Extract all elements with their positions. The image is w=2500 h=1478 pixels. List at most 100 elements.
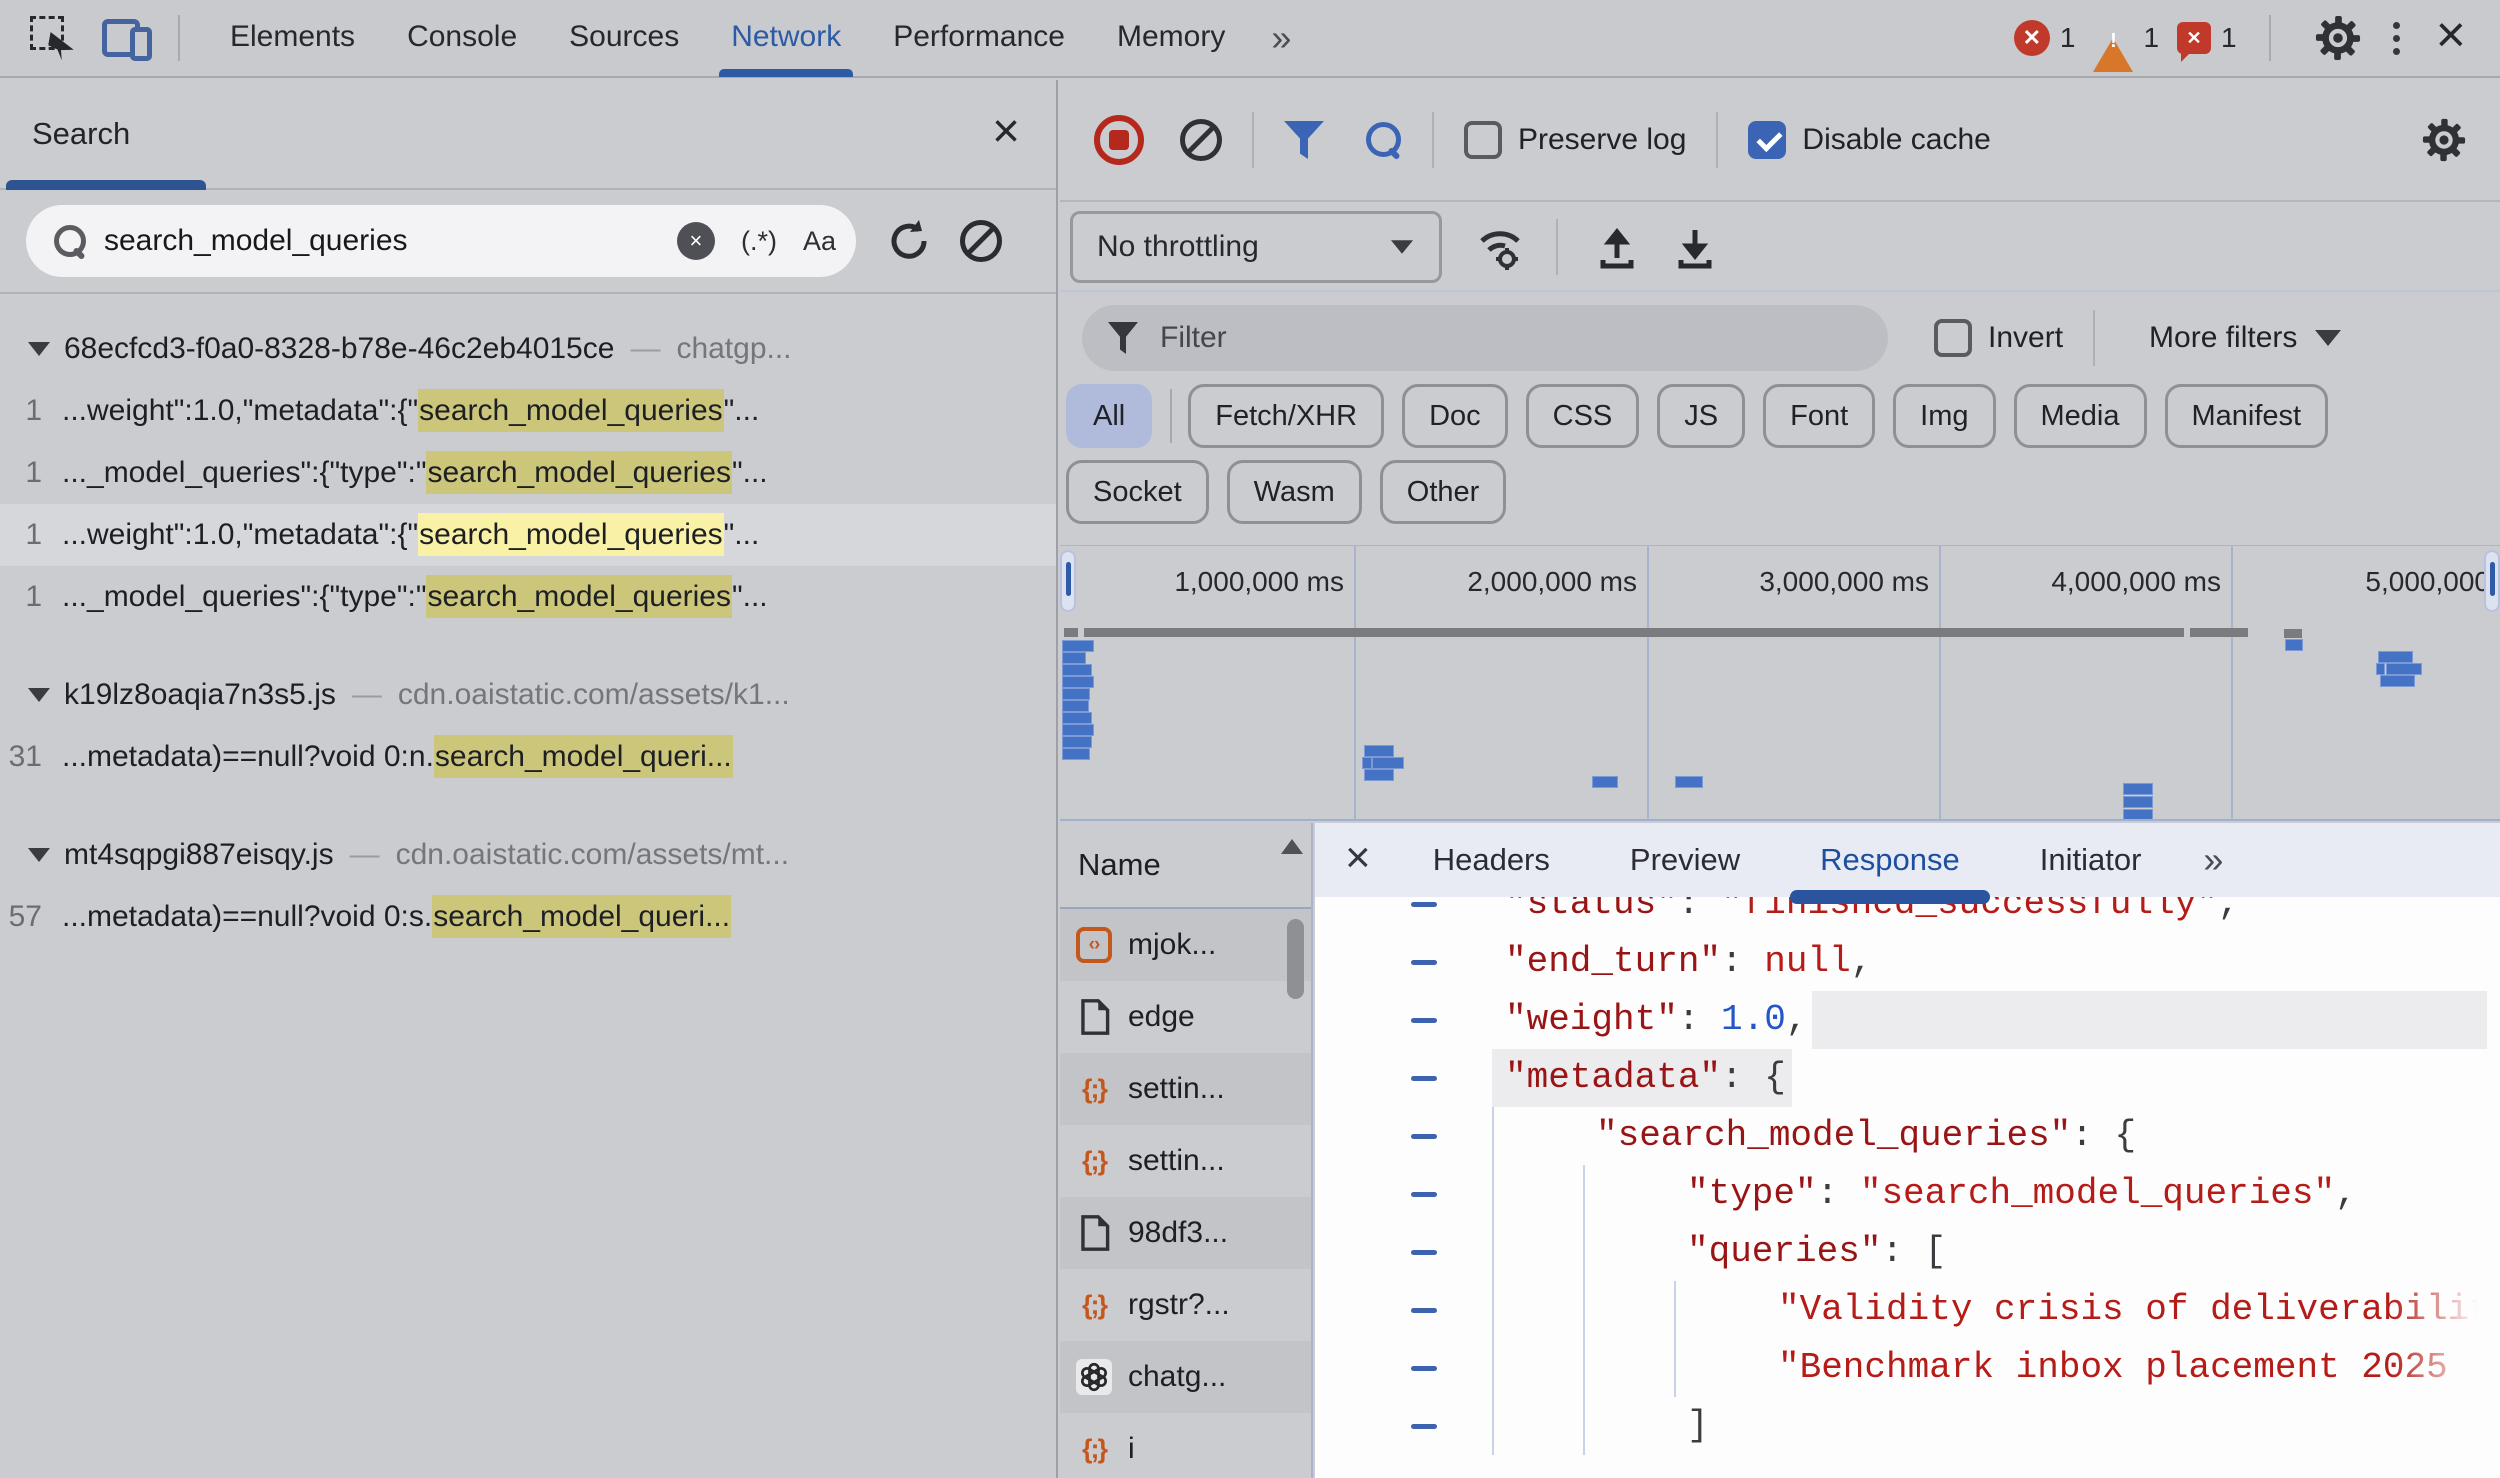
request-row[interactable]: {;}settin... <box>1060 1053 1311 1125</box>
waterfall-request-bar[interactable] <box>1063 701 1088 711</box>
waterfall-request-bar[interactable] <box>2124 810 2152 820</box>
overview-scrubber-bar[interactable] <box>2190 628 2248 637</box>
waterfall-request-bar[interactable] <box>1365 770 1393 780</box>
regex-toggle[interactable]: (.*) <box>741 226 777 257</box>
detail-tab-headers[interactable]: Headers <box>1393 823 1590 897</box>
overview-scrubber-bar[interactable] <box>1064 628 1078 637</box>
invert-filter-checkbox[interactable] <box>1934 319 1972 357</box>
network-overview-timeline[interactable]: 1,000,000 ms2,000,000 ms3,000,000 ms4,00… <box>1060 545 2500 821</box>
import-har-icon[interactable] <box>1596 224 1638 270</box>
search-match-row[interactable]: 1..._model_queries":{"type":"search_mode… <box>0 442 1056 504</box>
waterfall-request-bar[interactable] <box>1063 725 1093 735</box>
filter-chip-wasm[interactable]: Wasm <box>1227 460 1362 524</box>
timeline-scrollbar-left[interactable] <box>1060 550 1076 612</box>
warning-badge-icon[interactable]: ! <box>2093 21 2133 55</box>
more-detail-tabs-icon[interactable]: » <box>2181 839 2239 881</box>
search-query-text[interactable]: search_model_queries <box>104 224 677 258</box>
close-detail-icon[interactable]: × <box>1345 833 1371 883</box>
clear-results-icon[interactable] <box>960 220 1002 262</box>
timeline-scrollbar-right[interactable] <box>2484 550 2500 612</box>
waterfall-request-bar[interactable] <box>1063 689 1089 699</box>
waterfall-request-bar[interactable] <box>1063 737 1091 747</box>
filter-chip-socket[interactable]: Socket <box>1066 460 1209 524</box>
waterfall-request-bar[interactable] <box>1593 777 1617 787</box>
disable-cache-label[interactable]: Disable cache <box>1802 123 1990 157</box>
scrollbar-thumb[interactable] <box>1287 919 1304 999</box>
waterfall-request-bar[interactable] <box>1363 758 1371 768</box>
detail-tab-response[interactable]: Response <box>1780 823 2000 897</box>
more-panels-icon[interactable]: » <box>1251 17 1305 59</box>
device-toolbar-icon[interactable] <box>102 15 154 61</box>
request-row[interactable]: {;}i <box>1060 1413 1311 1478</box>
invert-label[interactable]: Invert <box>1988 321 2063 355</box>
refresh-search-icon[interactable] <box>886 218 932 264</box>
waterfall-request-bar[interactable] <box>2381 676 2414 686</box>
network-settings-gear-icon[interactable] <box>2422 118 2466 162</box>
match-case-toggle[interactable]: Aa <box>803 226 836 257</box>
close-search-pane-button[interactable]: × <box>992 104 1020 159</box>
tab-memory[interactable]: Memory <box>1091 0 1251 77</box>
throttling-dropdown[interactable]: No throttling <box>1070 211 1442 283</box>
issue-badge-icon[interactable]: ✕ <box>2177 22 2211 54</box>
waterfall-request-bar[interactable] <box>1365 746 1393 756</box>
clear-network-log-icon[interactable] <box>1180 119 1222 161</box>
search-match-row[interactable]: 1..._model_queries":{"type":"search_mode… <box>0 566 1056 628</box>
waterfall-request-bar[interactable] <box>2286 640 2302 650</box>
filter-chip-all[interactable]: All <box>1066 384 1152 448</box>
fold-marker-icon[interactable] <box>1411 1424 1437 1429</box>
waterfall-request-bar[interactable] <box>2124 784 2152 794</box>
tab-performance[interactable]: Performance <box>867 0 1091 77</box>
scroll-up-icon[interactable] <box>1281 839 1303 854</box>
overview-scrubber-bar[interactable] <box>1084 628 2184 637</box>
more-filters-button[interactable]: More filters <box>2149 321 2297 355</box>
waterfall-request-bar[interactable] <box>1063 665 1091 675</box>
disable-cache-checkbox[interactable] <box>1748 121 1786 159</box>
fold-marker-icon[interactable] <box>1411 1192 1437 1197</box>
search-input[interactable]: search_model_queries × (.*) Aa <box>26 205 856 277</box>
network-search-icon[interactable] <box>1366 122 1402 158</box>
filter-chip-fetch-xhr[interactable]: Fetch/XHR <box>1188 384 1384 448</box>
filter-chip-manifest[interactable]: Manifest <box>2165 384 2329 448</box>
fold-marker-icon[interactable] <box>1411 902 1437 907</box>
request-row[interactable]: edge <box>1060 981 1311 1053</box>
filter-chip-other[interactable]: Other <box>1380 460 1507 524</box>
filter-chip-css[interactable]: CSS <box>1526 384 1640 448</box>
request-row[interactable]: {;}settin... <box>1060 1125 1311 1197</box>
request-row[interactable]: chatg... <box>1060 1341 1311 1413</box>
waterfall-request-bar[interactable] <box>1373 758 1403 768</box>
settings-gear-icon[interactable] <box>2315 15 2361 61</box>
waterfall-request-bar[interactable] <box>1063 749 1089 759</box>
filter-chip-js[interactable]: JS <box>1657 384 1745 448</box>
filter-chip-media[interactable]: Media <box>2014 384 2147 448</box>
preserve-log-label[interactable]: Preserve log <box>1518 123 1686 157</box>
waterfall-request-bar[interactable] <box>2387 664 2421 674</box>
detail-tab-initiator[interactable]: Initiator <box>2000 823 2182 897</box>
waterfall-request-bar[interactable] <box>1063 653 1085 663</box>
overview-scrubber-bar[interactable] <box>2284 629 2302 638</box>
fold-marker-icon[interactable] <box>1411 1366 1437 1371</box>
tab-elements[interactable]: Elements <box>204 0 381 77</box>
filter-chip-font[interactable]: Font <box>1763 384 1875 448</box>
network-conditions-icon[interactable] <box>1474 223 1526 271</box>
error-badge-icon[interactable]: ✕ <box>2014 20 2050 56</box>
search-tab-label[interactable]: Search <box>32 116 130 152</box>
search-result-group-header[interactable]: 68ecfcd3-f0a0-8328-b78e-46c2eb4015ce—cha… <box>0 318 1056 380</box>
waterfall-request-bar[interactable] <box>2379 652 2412 662</box>
filter-chip-img[interactable]: Img <box>1893 384 1995 448</box>
clear-search-icon[interactable]: × <box>677 222 715 260</box>
preserve-log-checkbox[interactable] <box>1464 121 1502 159</box>
search-match-row[interactable]: 57...metadata)==null?void 0:s.search_mod… <box>0 886 1056 948</box>
filter-toggle-icon[interactable] <box>1284 121 1324 159</box>
export-har-icon[interactable] <box>1674 224 1716 270</box>
search-result-group-header[interactable]: mt4sqpgi887eisqy.js—cdn.oaistatic.com/as… <box>0 824 1056 886</box>
request-row[interactable]: {;}rgstr?... <box>1060 1269 1311 1341</box>
request-row[interactable]: ‹›mjok... <box>1060 909 1311 981</box>
kebab-menu-icon[interactable] <box>2367 22 2426 55</box>
tab-sources[interactable]: Sources <box>543 0 705 77</box>
search-match-row[interactable]: 31...metadata)==null?void 0:n.search_mod… <box>0 726 1056 788</box>
waterfall-request-bar[interactable] <box>2377 664 2384 674</box>
name-column-header[interactable]: Name <box>1060 823 1311 909</box>
inspect-element-icon[interactable] <box>30 16 74 60</box>
close-devtools-button[interactable]: × <box>2426 5 2500 71</box>
waterfall-request-bar[interactable] <box>1063 641 1093 651</box>
